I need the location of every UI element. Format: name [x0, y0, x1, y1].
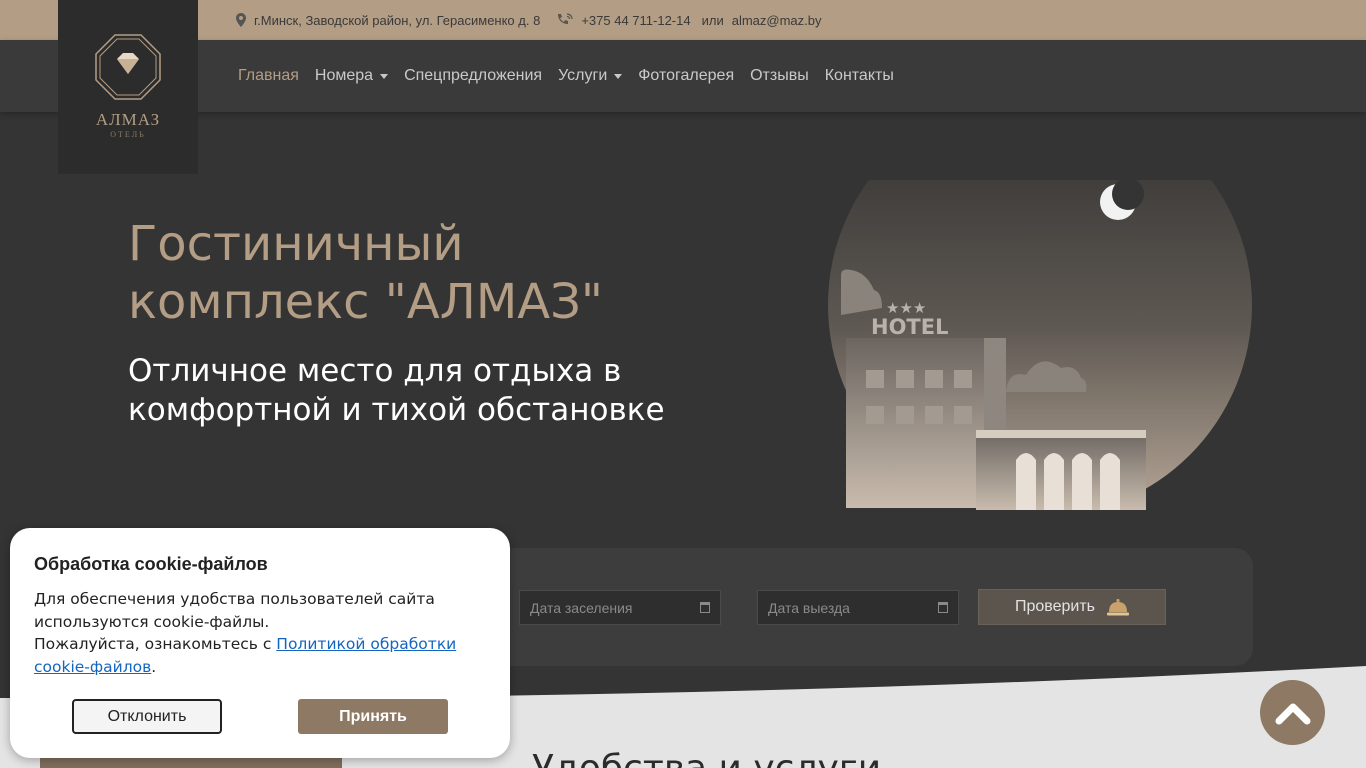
nav-item-reviews[interactable]: Отзывы: [750, 67, 809, 85]
calendar-icon: [700, 602, 710, 613]
cookie-title: Обработка cookie-файлов: [34, 554, 268, 574]
address-text: г.Минск, Заводской район, ул. Герасименк…: [254, 12, 541, 28]
hotel-illustration: ★★★ HOTEL: [828, 180, 1252, 510]
section-title: Удобства и услуги: [532, 748, 881, 768]
site-logo[interactable]: АЛМАЗ ОТЕЛЬ: [58, 0, 198, 174]
cookie-banner: Обработка cookie-файлов Для обеспечения …: [10, 528, 510, 758]
or-text: или: [701, 12, 724, 28]
nav-item-offers[interactable]: Спецпредложения: [404, 67, 542, 85]
top-info-bar: г.Минск, Заводской район, ул. Герасименк…: [0, 0, 1366, 40]
main-navbar: Главная Номера Спецпредложения Услуги Фо…: [0, 40, 1366, 112]
hero-title: Гостиничный комплекс "АЛМАЗ": [128, 216, 603, 330]
check-availability-button[interactable]: Проверить: [978, 589, 1166, 625]
logo-name: АЛМАЗ: [95, 110, 161, 129]
phone-link[interactable]: +375 44 711-12-14: [581, 13, 690, 28]
hero-subtitle: Отличное место для отдыха в комфортной и…: [128, 353, 665, 428]
caret-down-icon: [614, 73, 623, 79]
diamond-icon: [95, 34, 161, 100]
decline-button[interactable]: Отклонить: [72, 699, 222, 734]
logo-subtitle: ОТЕЛЬ: [110, 130, 146, 139]
reception-bell-icon: [1107, 599, 1129, 616]
phone-icon: [556, 13, 573, 27]
calendar-icon: [938, 602, 948, 613]
nav-item-rooms[interactable]: Номера: [315, 67, 389, 85]
nav-item-home[interactable]: Главная: [238, 67, 299, 85]
nav-menu: Главная Номера Спецпредложения Услуги Фо…: [238, 40, 910, 112]
chevron-up-icon: [1275, 703, 1310, 724]
checkout-date-input[interactable]: Дата выезда: [757, 590, 959, 625]
accept-button[interactable]: Принять: [298, 699, 448, 734]
nav-item-services[interactable]: Услуги: [558, 67, 623, 85]
cookie-text: Для обеспечения удобства пользователей с…: [34, 590, 457, 676]
scroll-top-button[interactable]: [1260, 680, 1325, 745]
map-pin-icon: [236, 13, 246, 27]
caret-down-icon: [380, 73, 389, 79]
contact-info: г.Минск, Заводской район, ул. Герасименк…: [236, 0, 822, 40]
email-link[interactable]: almaz@maz.by: [732, 13, 822, 28]
hotel-sign: HOTEL: [871, 315, 948, 339]
checkin-date-input[interactable]: Дата заселения: [519, 590, 721, 625]
nav-item-gallery[interactable]: Фотогалерея: [638, 67, 734, 85]
nav-item-contacts[interactable]: Контакты: [825, 67, 894, 85]
amenity-card: [40, 758, 342, 768]
